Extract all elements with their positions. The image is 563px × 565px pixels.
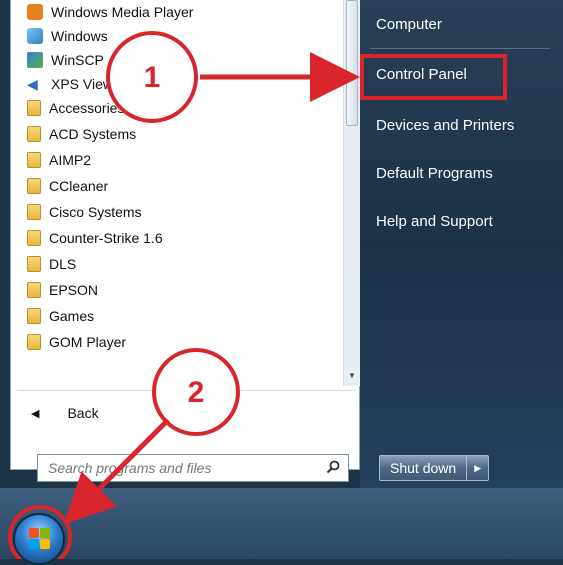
step-1-label: 1 <box>144 61 161 94</box>
annotation-overlay: 1 2 <box>8 31 360 559</box>
start-orb-highlight <box>8 505 72 559</box>
step-2-arrow <box>63 418 170 525</box>
step-2-label: 2 <box>188 376 205 409</box>
